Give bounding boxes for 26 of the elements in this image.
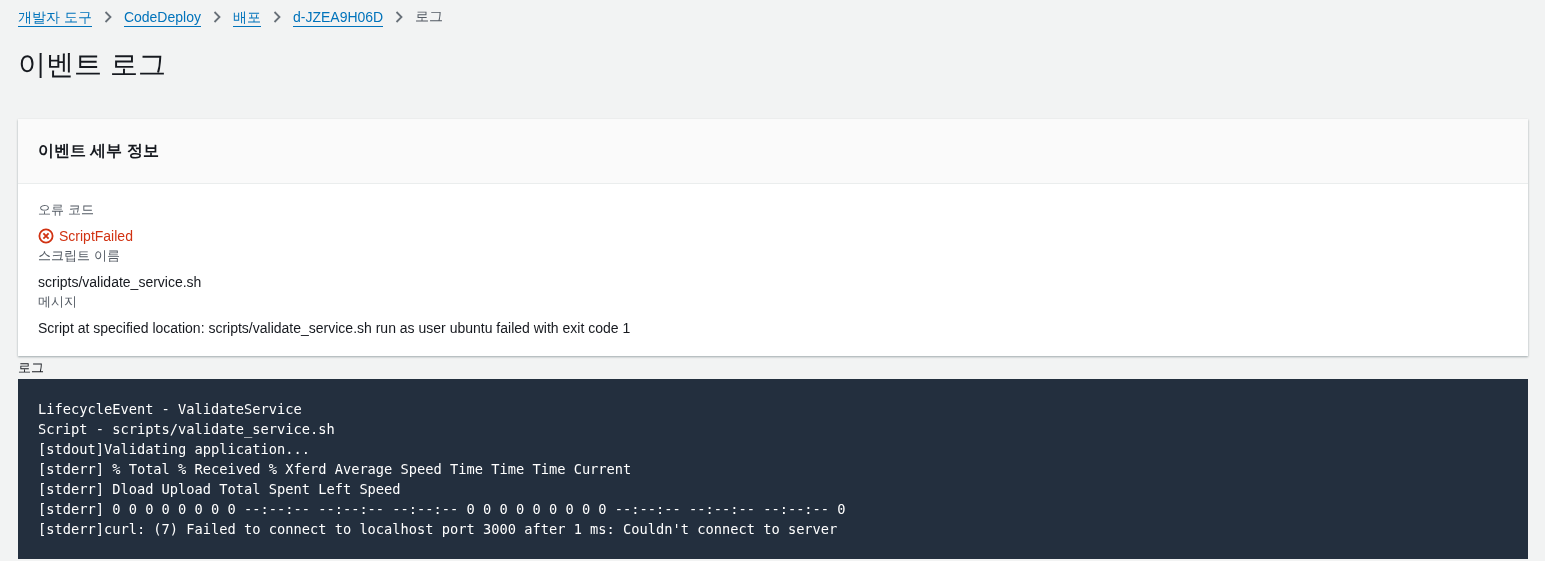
error-code: ScriptFailed bbox=[59, 227, 133, 246]
breadcrumb-link[interactable]: 배포 bbox=[232, 7, 261, 27]
log-line: [stderr] Dload Upload Total Spent Left Speed bbox=[38, 480, 402, 499]
breadcrumb-current: 로그 bbox=[415, 8, 444, 26]
breadcrumb-link[interactable]: CodeDeploy bbox=[123, 7, 201, 27]
field-label: 오류 코드 bbox=[38, 201, 95, 219]
breadcrumb-link[interactable]: d-JZEA9H06D bbox=[292, 7, 384, 27]
chevron-right-icon bbox=[212, 11, 221, 23]
field-label: 스크립트 이름 bbox=[38, 247, 121, 265]
error-icon bbox=[38, 228, 54, 244]
log-line: LifecycleEvent - ValidateService bbox=[38, 400, 303, 419]
chevron-right-icon bbox=[395, 11, 404, 23]
field-label: 메시지 bbox=[38, 293, 78, 311]
page-title: 이벤트 로그 bbox=[18, 48, 167, 82]
field-value: scripts/validate_service.sh bbox=[38, 273, 203, 292]
field-value: Script at specified location: scripts/validate_service.sh run as user ubuntu failed with exit code 1 bbox=[38, 319, 632, 338]
chevron-right-icon bbox=[103, 11, 112, 23]
log-line: [stderr] 0 0 0 0 0 0 0 0 --:--:-- --:--:-- --:--:-- 0 0 0 0 0 0 0 0 0 --:--:-- --:--:-- --:--:-- 0 bbox=[38, 500, 847, 519]
log-line: Script - scripts/validate_service.sh bbox=[38, 420, 336, 439]
breadcrumb-link[interactable]: 개발자 도구 bbox=[18, 7, 92, 27]
chevron-right-icon bbox=[272, 11, 281, 23]
log-label: 로그 bbox=[18, 360, 45, 376]
log-line: [stderr]curl: (7) Failed to connect to localhost port 3000 after 1 ms: Couldn't connect to server bbox=[38, 520, 839, 539]
log-line: [stdout]Validating application... bbox=[38, 440, 311, 459]
card-title: 이벤트 세부 정보 bbox=[38, 140, 159, 161]
log-line: [stderr] % Total % Received % Xferd Average Speed Time Time Time Current bbox=[38, 460, 633, 479]
